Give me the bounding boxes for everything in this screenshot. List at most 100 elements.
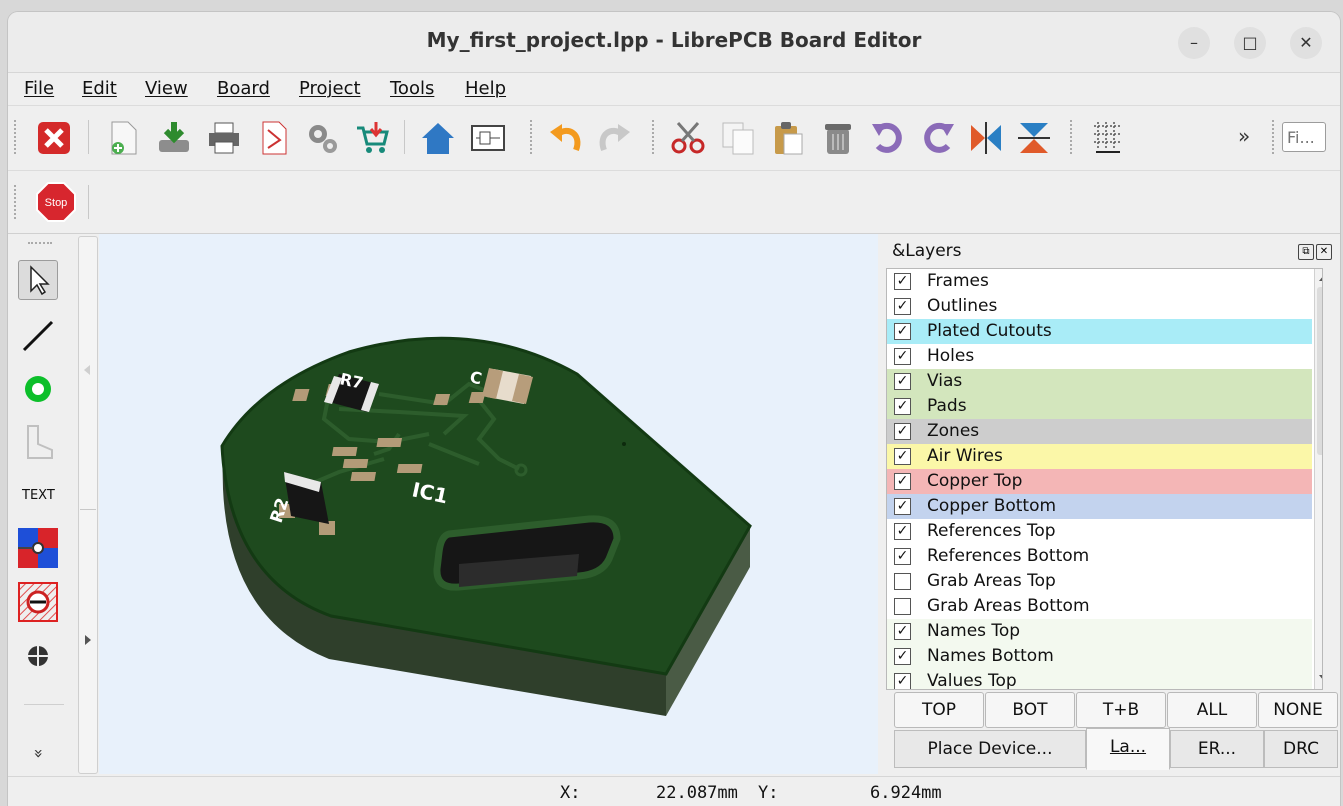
toolbar-grip[interactable] — [530, 120, 536, 154]
tab-erc[interactable]: ER... — [1170, 730, 1264, 768]
stop-icon[interactable]: Stop — [35, 181, 77, 223]
layer-row-copper-top[interactable]: ✓ Copper Top — [887, 469, 1312, 494]
scroll-up-icon[interactable] — [1319, 275, 1322, 281]
select-tool-button[interactable] — [18, 260, 58, 300]
redo-icon[interactable] — [596, 120, 632, 156]
layer-checkbox[interactable]: ✓ — [894, 623, 911, 640]
layer-row-grab-areas-bottom[interactable]: Grab Areas Bottom — [887, 594, 1312, 619]
layer-checkbox[interactable]: ✓ — [894, 498, 911, 515]
layer-row-air-wires[interactable]: ✓ Air Wires — [887, 444, 1312, 469]
menu-help[interactable]: Help — [465, 78, 506, 99]
cut-icon[interactable] — [670, 120, 706, 156]
menu-tools[interactable]: Tools — [390, 78, 434, 99]
layers-none-button[interactable]: NONE — [1258, 692, 1338, 728]
layer-checkbox[interactable]: ✓ — [894, 448, 911, 465]
menu-view[interactable]: View — [145, 78, 188, 99]
menu-project[interactable]: Project — [299, 78, 361, 99]
layer-row-plated-cutouts[interactable]: ✓ Plated Cutouts — [887, 319, 1312, 344]
rotate-ccw-icon[interactable] — [870, 120, 906, 156]
menu-board[interactable]: Board — [217, 78, 270, 99]
home-icon[interactable] — [420, 120, 456, 156]
draw-polygon-icon[interactable] — [18, 422, 58, 462]
toolbar-grip[interactable] — [1272, 120, 1278, 154]
draw-wire-icon[interactable] — [18, 316, 58, 356]
layer-row-outlines[interactable]: ✓ Outlines — [887, 294, 1312, 319]
dock-close-button[interactable]: ✕ — [1316, 244, 1332, 260]
schematic-icon[interactable] — [470, 120, 506, 156]
layer-checkbox[interactable] — [894, 573, 911, 590]
layer-row-holes[interactable]: ✓ Holes — [887, 344, 1312, 369]
undo-icon[interactable] — [548, 120, 584, 156]
close-project-icon[interactable] — [36, 120, 72, 156]
toolbar-overflow-button[interactable]: » — [1238, 124, 1250, 148]
layers-bot-button[interactable]: BOT — [985, 692, 1075, 728]
print-icon[interactable] — [206, 120, 242, 156]
mirror-icon[interactable] — [968, 120, 1004, 156]
toolbar-expand-icon[interactable]: » — [29, 749, 48, 759]
layer-checkbox[interactable] — [894, 598, 911, 615]
layer-checkbox[interactable]: ✓ — [894, 648, 911, 665]
layer-row-references-bottom[interactable]: ✓ References Bottom — [887, 544, 1312, 569]
layer-row-copper-bottom[interactable]: ✓ Copper Bottom — [887, 494, 1312, 519]
add-keepout-zone-icon[interactable] — [18, 582, 58, 622]
copy-icon[interactable] — [720, 120, 756, 156]
layer-checkbox[interactable]: ✓ — [894, 373, 911, 390]
tab-place-device[interactable]: Place Device... — [894, 730, 1086, 768]
rotate-cw-icon[interactable] — [920, 120, 956, 156]
paste-icon[interactable] — [770, 120, 806, 156]
dock-float-button[interactable]: ⧉ — [1298, 244, 1314, 260]
layer-checkbox[interactable]: ✓ — [894, 298, 911, 315]
layer-row-references-top[interactable]: ✓ References Top — [887, 519, 1312, 544]
layer-checkbox[interactable]: ✓ — [894, 273, 911, 290]
layer-row-names-bottom[interactable]: ✓ Names Bottom — [887, 644, 1312, 669]
menu-edit[interactable]: Edit — [82, 78, 117, 99]
scrollbar-thumb[interactable] — [1317, 287, 1322, 455]
toolbar-grip[interactable] — [28, 242, 52, 244]
menu-file[interactable]: File — [24, 78, 54, 99]
layers-top-button[interactable]: TOP — [894, 692, 984, 728]
tab-drc[interactable]: DRC — [1264, 730, 1338, 768]
save-icon[interactable] — [156, 120, 192, 156]
add-text-tool[interactable]: TEXT — [22, 488, 55, 503]
tools-splitter[interactable] — [78, 236, 98, 774]
toolbar-grip[interactable] — [14, 185, 20, 219]
tab-layers[interactable]: La... — [1086, 728, 1170, 770]
layers-top-bottom-button[interactable]: T+B — [1076, 692, 1166, 728]
expand-right-icon[interactable] — [85, 635, 91, 645]
add-via-icon[interactable] — [18, 369, 58, 409]
layer-checkbox[interactable]: ✓ — [894, 323, 911, 340]
title-bar[interactable]: My_first_project.lpp - LibrePCB Board Ed… — [8, 12, 1340, 73]
order-cart-icon[interactable] — [354, 120, 390, 156]
layer-checkbox[interactable]: ✓ — [894, 473, 911, 490]
minimize-button[interactable]: – — [1178, 27, 1210, 59]
layer-checkbox[interactable]: ✓ — [894, 423, 911, 440]
add-hole-icon[interactable] — [18, 636, 58, 676]
layer-checkbox[interactable]: ✓ — [894, 548, 911, 565]
layer-row-names-top[interactable]: ✓ Names Top — [887, 619, 1312, 644]
toolbar-grip[interactable] — [1070, 120, 1076, 154]
gear-icon[interactable] — [304, 120, 340, 156]
grid-icon[interactable] — [1090, 120, 1126, 156]
add-plane-icon[interactable] — [18, 528, 58, 568]
board-3d-view[interactable]: R7 C R2 IC1 — [99, 234, 878, 774]
scroll-down-icon[interactable] — [1319, 675, 1322, 681]
layer-checkbox[interactable]: ✓ — [894, 398, 911, 415]
new-board-icon[interactable] — [106, 120, 142, 156]
collapse-left-icon[interactable] — [84, 365, 90, 375]
layers-all-button[interactable]: ALL — [1167, 692, 1257, 728]
find-input[interactable] — [1282, 122, 1326, 152]
toolbar-grip[interactable] — [14, 120, 20, 154]
layer-list-scrollbar[interactable] — [1314, 269, 1322, 689]
close-window-button[interactable]: ✕ — [1290, 27, 1322, 59]
export-pdf-icon[interactable] — [256, 120, 292, 156]
toolbar-grip[interactable] — [652, 120, 658, 154]
layer-checkbox[interactable]: ✓ — [894, 673, 911, 689]
delete-icon[interactable] — [820, 120, 856, 156]
layer-row-frames[interactable]: ✓ Frames — [887, 269, 1312, 294]
maximize-button[interactable]: □ — [1234, 27, 1266, 59]
layer-row-vias[interactable]: ✓ Vias — [887, 369, 1312, 394]
flip-icon[interactable] — [1016, 120, 1052, 156]
layer-checkbox[interactable]: ✓ — [894, 523, 911, 540]
layer-row-values-top[interactable]: ✓ Values Top — [887, 669, 1312, 689]
layer-row-pads[interactable]: ✓ Pads — [887, 394, 1312, 419]
